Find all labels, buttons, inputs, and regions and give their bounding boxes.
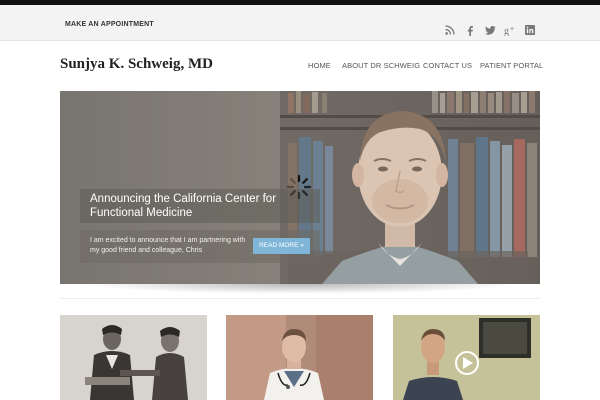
doctor-image: [226, 315, 373, 400]
google-plus-icon[interactable]: g +: [504, 24, 516, 36]
read-more-button[interactable]: READ MORE »: [253, 238, 310, 254]
facebook-icon[interactable]: [464, 24, 476, 36]
nav-patient-portal[interactable]: PATIENT PORTAL: [480, 61, 543, 70]
spinner-icon: [286, 174, 312, 200]
thumbnail-video[interactable]: [393, 315, 540, 400]
hero-shadow: [82, 284, 518, 294]
twitter-icon[interactable]: [484, 24, 496, 36]
video-image: [393, 315, 540, 400]
section-divider: [60, 298, 540, 299]
vintage-photo-image: [60, 315, 207, 400]
nav-home[interactable]: HOME: [308, 61, 331, 70]
hero-headline[interactable]: Announcing the California Center for Fun…: [90, 192, 310, 220]
rss-icon[interactable]: [444, 24, 456, 36]
svg-text:g: g: [504, 26, 509, 36]
svg-text:+: +: [510, 26, 514, 33]
site-title[interactable]: Sunjya K. Schweig, MD: [60, 56, 213, 73]
thumbnail-doctor[interactable]: [226, 315, 373, 400]
make-appointment-link[interactable]: MAKE AN APPOINTMENT: [65, 21, 154, 28]
nav-contact[interactable]: CONTACT US: [423, 61, 472, 70]
hero-excerpt: I am excited to announce that I am partn…: [90, 237, 246, 254]
thumbnail-vintage-photo[interactable]: [60, 315, 207, 400]
linkedin-icon[interactable]: [524, 24, 536, 36]
nav-about[interactable]: ABOUT DR SCHWEIG: [342, 61, 420, 70]
